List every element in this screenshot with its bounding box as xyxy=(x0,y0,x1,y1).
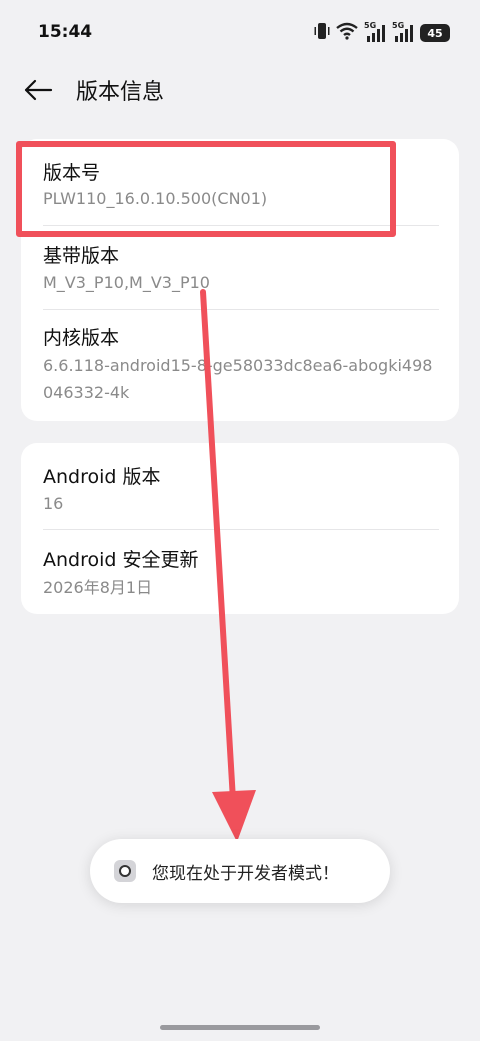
developer-mode-toast: 您现在处于开发者模式！ xyxy=(90,839,390,903)
home-indicator[interactable] xyxy=(160,1025,320,1030)
toast-message: 您现在处于开发者模式！ xyxy=(152,864,339,884)
app-icon xyxy=(114,860,136,882)
